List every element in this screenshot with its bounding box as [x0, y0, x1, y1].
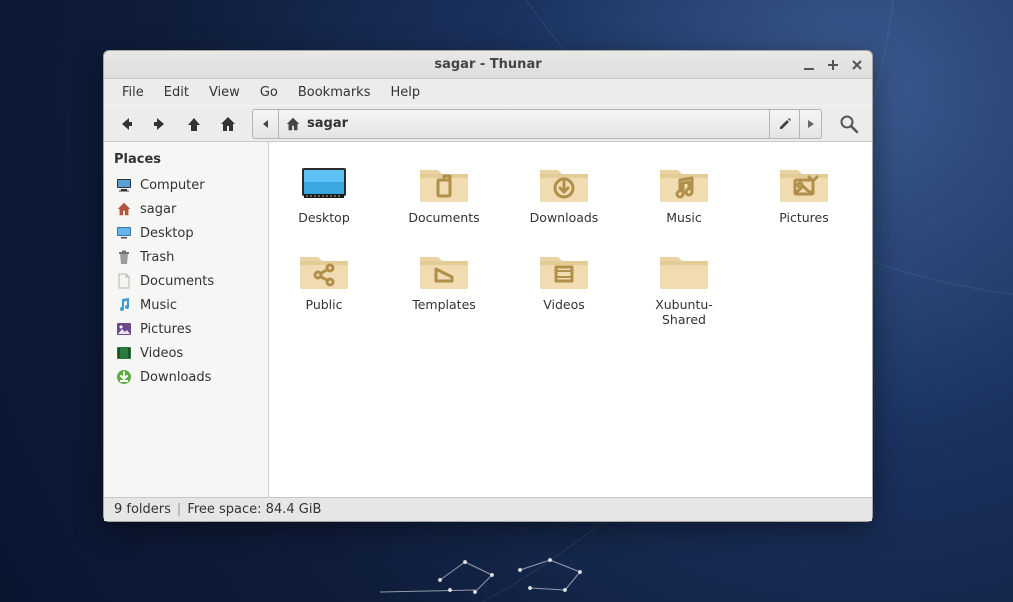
sidebar-item-desktop[interactable]: Desktop [104, 221, 268, 245]
folder-icon [296, 247, 352, 293]
folder-label: Downloads [530, 210, 599, 225]
sidebar-item-videos[interactable]: Videos [104, 341, 268, 365]
close-button[interactable] [848, 56, 866, 74]
sidebar-heading: Places [104, 148, 268, 173]
location-bar: sagar [252, 109, 822, 139]
folder-item-downloads[interactable]: Downloads [519, 160, 609, 225]
titlebar[interactable]: sagar - Thunar [104, 51, 872, 79]
folder-item-desktop[interactable]: Desktop [279, 160, 369, 225]
file-manager-window: sagar - Thunar File Edit View Go Bookmar… [103, 50, 873, 522]
document-icon [116, 273, 132, 289]
folder-label: Documents [408, 210, 479, 225]
sidebar-item-computer[interactable]: Computer [104, 173, 268, 197]
sidebar-item-label: Music [140, 298, 177, 313]
window-title: sagar - Thunar [104, 57, 872, 72]
sidebar-item-label: Downloads [140, 370, 211, 385]
menu-help[interactable]: Help [382, 81, 428, 104]
sidebar-item-trash[interactable]: Trash [104, 245, 268, 269]
folder-label: Public [306, 297, 343, 312]
folder-item-documents[interactable]: Documents [399, 160, 489, 225]
folder-label: Templates [412, 297, 476, 312]
sidebar-item-downloads[interactable]: Downloads [104, 365, 268, 389]
location-back-segment[interactable] [252, 109, 278, 139]
forward-button[interactable] [146, 110, 174, 138]
home-button[interactable] [214, 110, 242, 138]
folder-item-templates[interactable]: Templates [399, 247, 489, 327]
folder-icon [656, 160, 712, 206]
menu-edit[interactable]: Edit [156, 81, 197, 104]
sidebar-item-label: Desktop [140, 226, 194, 241]
sidebar-item-label: sagar [140, 202, 176, 217]
folder-label: Desktop [298, 210, 350, 225]
sidebar-item-label: Trash [140, 250, 174, 265]
status-free-space: Free space: 84.4 GiB [187, 502, 321, 517]
folder-item-xubuntu-shared[interactable]: Xubuntu-Shared [639, 247, 729, 327]
folder-item-music[interactable]: Music [639, 160, 729, 225]
sidebar-item-label: Videos [140, 346, 183, 361]
menu-file[interactable]: File [114, 81, 152, 104]
sidebar-item-label: Pictures [140, 322, 191, 337]
status-bar: 9 folders | Free space: 84.4 GiB [104, 497, 872, 521]
monitor-icon [116, 177, 132, 193]
folder-icon [656, 247, 712, 293]
home-icon [116, 201, 132, 217]
back-button[interactable] [112, 110, 140, 138]
location-current-label: sagar [307, 116, 348, 131]
folder-icon [416, 160, 472, 206]
folder-icon [536, 160, 592, 206]
download-badge-icon [116, 369, 132, 385]
minimize-button[interactable] [800, 56, 818, 74]
menu-bookmarks[interactable]: Bookmarks [290, 81, 379, 104]
location-history-dropdown[interactable] [800, 109, 822, 139]
sidebar-item-music[interactable]: Music [104, 293, 268, 317]
music-note-icon [116, 297, 132, 313]
folder-icon [776, 160, 832, 206]
sidebar-item-documents[interactable]: Documents [104, 269, 268, 293]
folder-item-pictures[interactable]: Pictures [759, 160, 849, 225]
menubar: File Edit View Go Bookmarks Help [104, 79, 872, 105]
film-icon [116, 345, 132, 361]
folder-item-videos[interactable]: Videos [519, 247, 609, 327]
places-sidebar: Places Computer sagar Desktop Trash Document… [104, 142, 269, 497]
location-path[interactable]: sagar [278, 109, 770, 139]
toolbar: sagar [104, 105, 872, 141]
edit-location-button[interactable] [770, 109, 800, 139]
image-icon [116, 321, 132, 337]
folder-label: Xubuntu-Shared [639, 297, 729, 327]
sidebar-item-label: Computer [140, 178, 205, 193]
search-button[interactable] [834, 109, 864, 139]
sidebar-item-sagar[interactable]: sagar [104, 197, 268, 221]
folder-view[interactable]: Desktop Documents Downloads Music Pictur… [269, 142, 872, 497]
desktop-icon [116, 225, 132, 241]
sidebar-item-pictures[interactable]: Pictures [104, 317, 268, 341]
maximize-button[interactable] [824, 56, 842, 74]
trash-icon [116, 249, 132, 265]
folder-icon [536, 247, 592, 293]
folder-icon [296, 160, 352, 206]
status-folder-count: 9 folders [114, 502, 171, 517]
wallpaper-constellation [380, 550, 640, 600]
folder-label: Pictures [779, 210, 829, 225]
folder-label: Videos [543, 297, 585, 312]
menu-go[interactable]: Go [252, 81, 286, 104]
sidebar-item-label: Documents [140, 274, 214, 289]
folder-label: Music [666, 210, 702, 225]
parent-button[interactable] [180, 110, 208, 138]
folder-item-public[interactable]: Public [279, 247, 369, 327]
folder-icon [416, 247, 472, 293]
home-icon [285, 116, 301, 132]
menu-view[interactable]: View [201, 81, 248, 104]
